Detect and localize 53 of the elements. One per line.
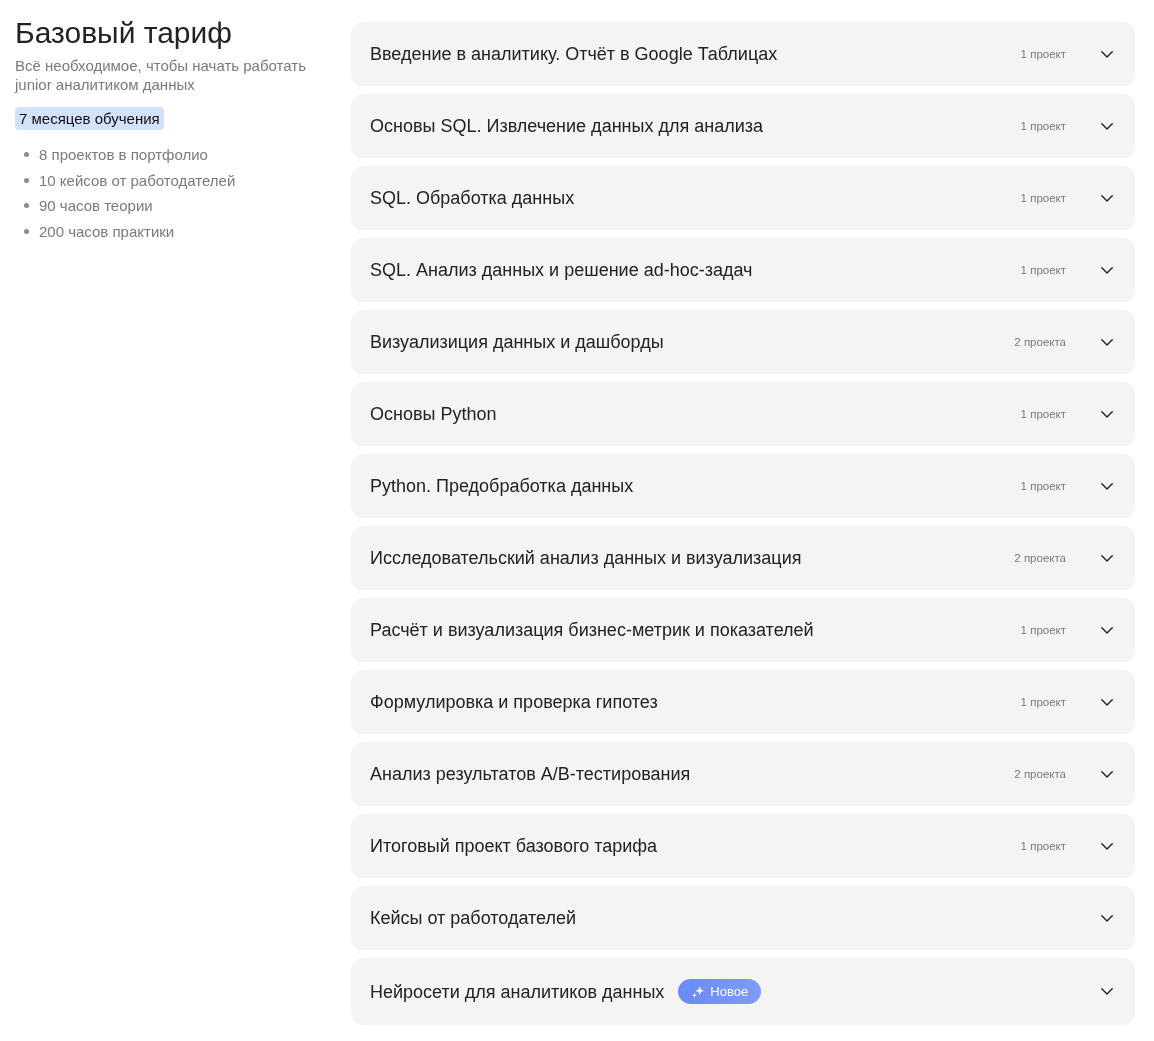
module-card[interactable]: Визуализиция данных и дашборды 2 проекта xyxy=(351,310,1135,374)
feature-text: 10 кейсов от работодателей xyxy=(39,170,236,190)
bullet-icon xyxy=(24,228,29,234)
module-title: Введение в аналитику. Отчёт в Google Таблицах xyxy=(370,43,778,66)
project-count: 1 проект xyxy=(1020,120,1066,132)
module-card[interactable]: Формулировка и проверка гипотез 1 проект xyxy=(351,670,1135,734)
project-count: 1 проект xyxy=(1020,192,1066,204)
module-title: Кейсы от работодателей xyxy=(370,907,577,930)
project-count: 2 проекта xyxy=(1014,552,1066,564)
module-title: Нейросети для аналитиков данных xyxy=(370,980,665,1004)
bullet-icon xyxy=(24,203,29,209)
module-card[interactable]: Python. Предобработка данных 1 проект xyxy=(351,454,1135,518)
project-count: 1 проект xyxy=(1020,480,1066,492)
module-title: Итоговый проект базового тарифа xyxy=(370,835,658,858)
module-card[interactable]: SQL. Обработка данных 1 проект xyxy=(351,166,1135,230)
feature-text: 90 часов теории xyxy=(39,196,153,216)
feature-text: 8 проектов в портфолио xyxy=(39,145,208,165)
duration-tag: 7 месяцев обучения xyxy=(15,107,164,130)
badge-label: Новое xyxy=(710,984,749,999)
module-card[interactable]: SQL. Анализ данных и решение ad-hoc-задач 1 проект xyxy=(351,238,1135,302)
tariff-title: Базовый тариф xyxy=(15,15,233,51)
project-count: 2 проекта xyxy=(1014,336,1066,348)
module-card[interactable]: Нейросети для аналитиков данных Новое xyxy=(351,958,1135,1025)
project-count: 1 проект xyxy=(1020,696,1066,708)
sparkle-icon xyxy=(692,985,705,998)
module-card[interactable]: Итоговый проект базового тарифа 1 проект xyxy=(351,814,1135,878)
module-card[interactable]: Основы Python 1 проект xyxy=(351,382,1135,446)
module-title: SQL. Обработка данных xyxy=(370,187,575,210)
project-count: 1 проект xyxy=(1020,624,1066,636)
module-card[interactable]: Введение в аналитику. Отчёт в Google Таблицах 1 проект xyxy=(351,22,1135,86)
module-card[interactable]: Кейсы от работодателей xyxy=(351,886,1135,950)
module-title: Основы SQL. Извлечение данных для анализа xyxy=(370,115,763,138)
project-count: 1 проект xyxy=(1020,408,1066,420)
project-count: 1 проект xyxy=(1020,840,1066,852)
module-card[interactable]: Расчёт и визуализация бизнес-метрик и показателей 1 проект xyxy=(351,598,1135,662)
module-card[interactable]: Исследовательский анализ данных и визуализация 2 проекта xyxy=(351,526,1135,590)
module-title: Расчёт и визуализация бизнес-метрик и показателей xyxy=(370,619,814,642)
tariff-description: Всё необходимое, чтобы начать работать junior аналитиком данных xyxy=(15,56,307,94)
module-title: Основы Python xyxy=(370,403,497,426)
project-count: 1 проект xyxy=(1020,264,1066,276)
module-card[interactable]: Основы SQL. Извлечение данных для анализа 1 проект xyxy=(351,94,1135,158)
bullet-icon xyxy=(24,152,29,158)
module-title: Исследовательский анализ данных и визуализация xyxy=(370,547,802,570)
module-title: Анализ результатов A/B-тестирования xyxy=(370,763,691,786)
module-card[interactable]: Анализ результатов A/B-тестирования 2 проекта xyxy=(351,742,1135,806)
bullet-icon xyxy=(24,177,29,183)
project-count: 1 проект xyxy=(1020,48,1066,60)
project-count: 2 проекта xyxy=(1014,768,1066,780)
module-title: Python. Предобработка данных xyxy=(370,475,634,498)
feature-text: 200 часов практики xyxy=(39,221,175,241)
module-title: Визуализиция данных и дашборды xyxy=(370,331,664,354)
module-title: Формулировка и проверка гипотез xyxy=(370,691,658,714)
module-title: SQL. Анализ данных и решение ad-hoc-задач xyxy=(370,259,753,282)
